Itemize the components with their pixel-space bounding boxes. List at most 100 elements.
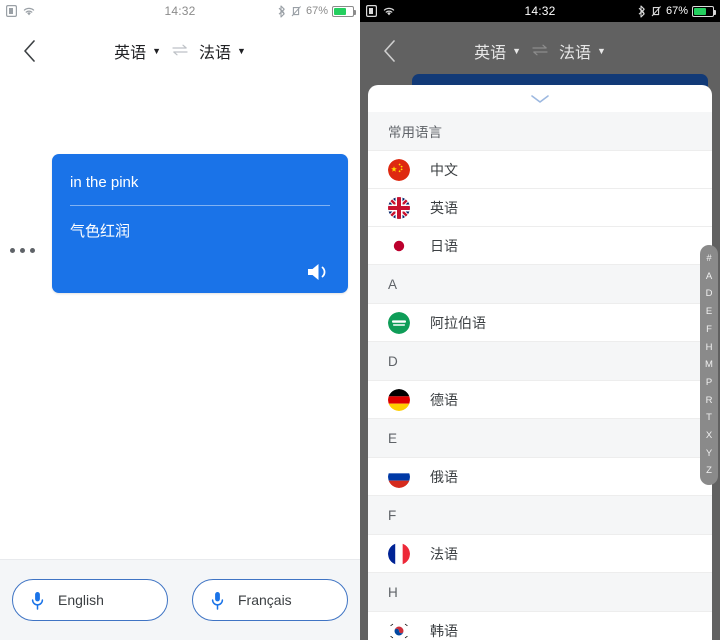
source-text: in the pink <box>70 174 139 191</box>
source-language-label: 英语 <box>114 45 147 62</box>
microphone-icon <box>31 591 44 610</box>
target-language-dropdown[interactable]: 法语 ▼ <box>199 39 246 63</box>
language-list[interactable]: 常用语言 中文 英语 日语 A 阿拉伯语 D 德语 E 俄语 F 法语 H 韩语 <box>368 112 712 640</box>
vibrate-icon <box>651 6 661 17</box>
mic-footer: English Français <box>0 559 360 640</box>
mic-button-source[interactable]: English <box>12 579 168 621</box>
more-options-button[interactable] <box>10 248 35 253</box>
battery-icon <box>692 5 716 17</box>
back-chevron-icon <box>383 40 395 62</box>
list-item-label: 阿拉伯语 <box>430 314 486 331</box>
index-letter[interactable]: F <box>706 321 712 339</box>
alphabet-index-bar[interactable]: # A D E F H M P R T X Y Z <box>700 245 718 485</box>
index-letter[interactable]: R <box>706 392 713 410</box>
list-item-label: 俄语 <box>430 468 458 485</box>
flag-gb-icon <box>388 196 410 219</box>
chevron-down-icon: ▼ <box>152 45 161 56</box>
section-header: H <box>368 573 712 612</box>
source-language-dropdown[interactable]: 英语 ▼ <box>474 39 521 63</box>
chevron-down-icon: ▼ <box>237 45 246 56</box>
list-item-label: 英语 <box>430 199 458 216</box>
list-item[interactable]: 俄语 <box>368 458 712 496</box>
target-language-label: 法语 <box>559 45 592 62</box>
status-bar: 14:32 67% <box>360 0 720 22</box>
flag-ru-icon <box>388 465 410 488</box>
index-letter[interactable]: P <box>706 374 712 392</box>
list-item[interactable]: 日语 <box>368 227 712 265</box>
speaker-icon <box>308 264 326 280</box>
language-picker-sheet: 常用语言 中文 英语 日语 A 阿拉伯语 D 德语 E 俄语 F 法语 H 韩语 <box>368 85 712 640</box>
list-item[interactable]: 阿拉伯语 <box>368 304 712 342</box>
back-button[interactable] <box>10 22 48 80</box>
index-letter[interactable]: X <box>706 427 712 445</box>
section-header: E <box>368 419 712 458</box>
mic-button-source-label: English <box>58 592 104 608</box>
app-bar: 英语 ▼ 法语 ▼ <box>0 22 360 80</box>
index-letter[interactable]: T <box>706 409 712 427</box>
more-dots-icon <box>20 248 25 253</box>
bluetooth-icon <box>638 4 645 18</box>
section-header: D <box>368 342 712 381</box>
more-dots-icon <box>10 248 15 253</box>
left-panel-translate-result: 14:32 67% 英语 ▼ 法语 ▼ in the pink 气色红润 Eng… <box>0 0 360 640</box>
card-footer <box>70 241 330 293</box>
status-bar-time: 14:32 <box>524 4 556 18</box>
list-item-label: 韩语 <box>430 622 458 639</box>
list-item-label: 中文 <box>430 161 458 178</box>
list-item-label: 日语 <box>430 237 458 254</box>
flag-cn-icon <box>388 158 410 181</box>
index-letter[interactable]: Y <box>706 445 712 463</box>
section-header: F <box>368 496 712 535</box>
index-letter[interactable]: H <box>706 338 713 356</box>
index-letter[interactable]: M <box>705 356 713 374</box>
status-bar-right-icons: 67% <box>638 0 716 22</box>
app-bar: 英语 ▼ 法语 ▼ <box>360 22 720 80</box>
flag-de-icon <box>388 388 410 411</box>
battery-percent-label: 67% <box>665 5 688 17</box>
swap-languages-button[interactable] <box>170 43 190 60</box>
translation-content: in the pink 气色红润 <box>0 80 360 540</box>
target-language-dropdown[interactable]: 法语 ▼ <box>559 39 606 63</box>
vibrate-icon <box>291 6 301 17</box>
battery-percent-label: 67% <box>305 5 328 17</box>
back-chevron-icon <box>23 40 35 62</box>
source-language-dropdown[interactable]: 英语 ▼ <box>114 39 161 63</box>
list-item[interactable]: 中文 <box>368 151 712 189</box>
index-letter[interactable]: # <box>706 250 711 268</box>
list-item[interactable]: 韩语 <box>368 612 712 640</box>
status-bar: 14:32 67% <box>0 0 360 22</box>
sheet-collapse-handle[interactable] <box>368 85 712 112</box>
more-dots-icon <box>30 248 35 253</box>
chevron-down-icon: ▼ <box>597 45 606 56</box>
language-selector: 英语 ▼ 法语 ▼ <box>474 39 606 63</box>
flag-jp-icon <box>388 234 410 257</box>
mic-button-target[interactable]: Français <box>192 579 348 621</box>
source-language-label: 英语 <box>474 45 507 62</box>
right-panel-language-picker: 14:32 67% 英语 ▼ 法语 ▼ 常用语言 中文 英语 日语 A 阿拉伯语… <box>360 0 720 640</box>
list-item[interactable]: 德语 <box>368 381 712 419</box>
swap-languages-button[interactable] <box>530 43 550 60</box>
section-header: A <box>368 265 712 304</box>
target-language-label: 法语 <box>199 45 232 62</box>
microphone-icon <box>211 591 224 610</box>
swap-arrows-icon <box>172 44 188 55</box>
flag-fr-icon <box>388 542 410 565</box>
index-letter[interactable]: A <box>706 268 712 286</box>
list-item[interactable]: 法语 <box>368 535 712 573</box>
list-item-label: 德语 <box>430 391 458 408</box>
flag-sa-icon <box>388 311 410 334</box>
index-letter[interactable]: D <box>706 285 713 303</box>
swap-arrows-icon <box>532 44 548 55</box>
translation-card[interactable]: in the pink 气色红润 <box>52 154 348 293</box>
index-letter[interactable]: Z <box>706 462 712 480</box>
language-selector: 英语 ▼ 法语 ▼ <box>114 39 246 63</box>
list-item[interactable]: 英语 <box>368 189 712 227</box>
speaker-button[interactable] <box>304 259 334 285</box>
translated-text: 气色红润 <box>70 223 131 240</box>
section-header: 常用语言 <box>368 112 712 151</box>
status-bar-right-icons: 67% <box>278 0 356 22</box>
back-button[interactable] <box>370 22 408 80</box>
flag-kr-icon <box>388 619 410 640</box>
dual-screenshot: 14:32 67% 英语 ▼ 法语 ▼ in the pink 气色红润 Eng… <box>0 0 720 640</box>
index-letter[interactable]: E <box>706 303 712 321</box>
